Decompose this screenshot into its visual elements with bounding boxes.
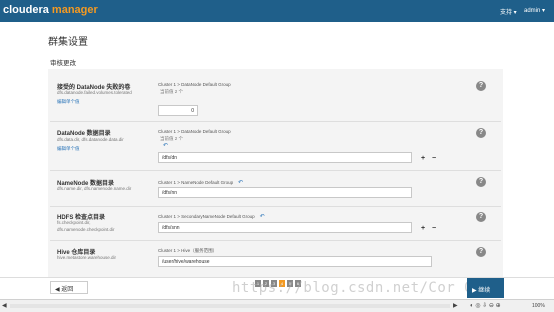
scope-label: Cluster 1 > DataNode Default Group (158, 82, 231, 87)
undo-icon[interactable]: ↶ (163, 142, 168, 149)
hive-warehouse-dir-input[interactable]: /user/hive/warehouse (158, 256, 432, 267)
page-title: 群集设置 (48, 37, 88, 48)
plus-icon[interactable]: + (421, 225, 425, 232)
property-key: dfs.datanode.failed.volumes.tolerated (57, 90, 132, 95)
failed-volumes-input[interactable]: 0 (158, 105, 198, 116)
changed-note: 当前值 2 个 (160, 89, 184, 94)
property-name: DataNode 数据目录 (57, 131, 111, 137)
row-divider (50, 240, 501, 241)
property-key: dfs.data.dir, dfs.datanode.data.dir (57, 137, 124, 142)
logo-brand: cloudera (3, 4, 49, 16)
download-icon[interactable]: ⇩ (482, 303, 487, 309)
security-icon[interactable]: ◐ (470, 303, 474, 309)
zoom-out-icon[interactable]: ⊖ (489, 303, 494, 309)
status-icons: ◐ ◎ ⇩ ⊖ ⊕ (470, 302, 501, 309)
help-icon[interactable]: ? (476, 212, 486, 222)
edit-individual-values-link[interactable]: 编辑单个值 (57, 99, 80, 105)
cloudera-manager-logo[interactable]: cloudera manager (3, 4, 98, 16)
continue-button[interactable]: ▶ 继续 (467, 278, 504, 298)
scroll-left-icon[interactable]: ◀ (2, 302, 7, 309)
zoom-in-icon[interactable]: ⊕ (496, 303, 501, 309)
help-icon[interactable]: ? (476, 128, 486, 138)
property-key-secondary: dfs.namenode.checkpoint.dir (57, 227, 115, 232)
scope-label: Cluster 1 > SecondaryNameNode Default Gr… (158, 214, 255, 219)
horizontal-scrollbar[interactable] (10, 304, 450, 308)
undo-icon[interactable]: ↶ (238, 180, 243, 186)
section-title: 审核更改 (50, 60, 76, 67)
edit-individual-values-link[interactable]: 编辑单个值 (57, 146, 80, 152)
scope-label: Cluster 1 > Hive（服务范围） (158, 248, 218, 253)
property-scope: Cluster 1 > NameNode Default Group ↶ (158, 179, 243, 186)
watermark: https://blog.csdn.net/Cor 0415 (232, 280, 500, 296)
scope-label: Cluster 1 > NameNode Default Group (158, 180, 234, 185)
property-scope: Cluster 1 > DataNode Default Group (158, 82, 231, 87)
plus-icon[interactable]: + (421, 155, 425, 162)
top-navigation-bar: cloudera manager 支持 ▾ admin ▾ (0, 0, 554, 22)
minus-icon[interactable]: − (432, 155, 436, 162)
property-key: dfs.name.dir, dfs.namenode.name.dir (57, 186, 132, 191)
zoom-level[interactable]: 100% (532, 303, 545, 309)
scope-label: Cluster 1 > DataNode Default Group (158, 129, 231, 134)
namenode-data-dir-input[interactable]: /dfs/nn (158, 187, 412, 198)
review-changes-panel: 接受的 DataNode 失败的卷 dfs.datanode.failed.vo… (48, 69, 503, 277)
datanode-data-dir-input[interactable]: /dfs/dn (158, 152, 412, 163)
property-key: fs.checkpoint.dir, (57, 220, 91, 225)
property-scope: Cluster 1 > DataNode Default Group (158, 129, 231, 134)
property-scope: Cluster 1 > SecondaryNameNode Default Gr… (158, 213, 265, 220)
help-icon[interactable]: ? (476, 177, 486, 187)
row-divider (50, 121, 501, 122)
user-menu[interactable]: admin ▾ (524, 7, 545, 14)
help-icon[interactable]: ? (476, 81, 486, 91)
browser-status-bar: ◀ ▶ ◐ ◎ ⇩ ⊖ ⊕ 100% (0, 299, 554, 312)
minus-icon[interactable]: − (432, 225, 436, 232)
support-menu[interactable]: 支持 ▾ (500, 7, 517, 16)
scroll-right-icon[interactable]: ▶ (453, 302, 458, 309)
checkpoint-dir-input[interactable]: /dfs/snn (158, 222, 412, 233)
undo-icon[interactable]: ↶ (260, 214, 265, 220)
property-scope: Cluster 1 > Hive（服务范围） (158, 248, 217, 254)
property-key: hive.metastore.warehouse.dir (57, 255, 117, 260)
globe-icon[interactable]: ◎ (475, 303, 480, 309)
logo-product: manager (51, 4, 98, 16)
row-divider (50, 206, 501, 207)
back-button[interactable]: ◀ 返回 (50, 281, 88, 294)
row-divider (50, 170, 501, 171)
help-icon[interactable]: ? (476, 247, 486, 257)
